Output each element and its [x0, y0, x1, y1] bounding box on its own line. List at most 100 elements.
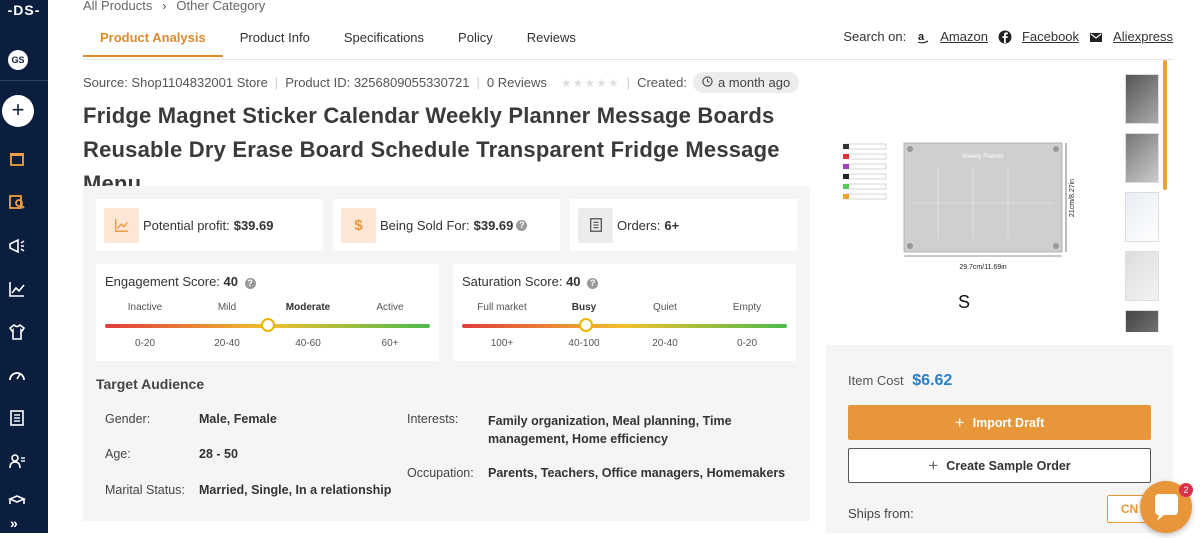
analysis-panel: Potential profit: $39.69 $ Being Sold Fo… — [83, 186, 810, 521]
help-icon[interactable]: ? — [244, 278, 256, 289]
gender-value: Male, Female — [199, 412, 277, 426]
item-cost-label: Item Cost — [848, 373, 904, 388]
add-button[interactable]: + — [2, 95, 34, 127]
breadcrumb-other-category[interactable]: Other Category — [176, 0, 265, 13]
orders-card: Orders: 6+ — [570, 199, 797, 251]
product-main-image[interactable]: Weekly Planner 29.7cm/11.69in 21cm/8.27i… — [838, 138, 1090, 318]
receipt-icon — [578, 207, 613, 243]
width-dimension-label: 29.7cm/11.69in — [959, 264, 1006, 271]
box-icon[interactable] — [8, 494, 26, 504]
interests-value: Family organization, Meal planning, Time… — [488, 414, 732, 446]
document-icon[interactable] — [8, 409, 26, 427]
chevron-right-icon: › — [162, 0, 167, 13]
created-value: a month ago — [717, 75, 791, 90]
import-draft-label: Import Draft — [972, 415, 1045, 430]
help-icon[interactable]: ? — [516, 219, 528, 231]
range-label: 20-40 — [214, 338, 240, 349]
thumbnail-image[interactable] — [1125, 74, 1159, 124]
occupation-label: Occupation: — [407, 466, 474, 480]
marital-status-value: Married, Single, In a relationship — [199, 483, 392, 497]
clock-icon — [702, 75, 713, 90]
gender-label: Gender: — [105, 412, 151, 426]
created-label: Created: — [637, 75, 687, 90]
thumbnail-image[interactable] — [1125, 310, 1159, 332]
range-label: 100+ — [490, 338, 514, 349]
level-label: Mild — [217, 302, 237, 313]
created-badge: a month ago — [692, 72, 800, 93]
shirt-icon[interactable] — [8, 323, 26, 341]
help-icon[interactable]: ? — [587, 278, 599, 289]
tabs-divider — [83, 59, 1173, 60]
thumbnail-image[interactable] — [1125, 192, 1159, 242]
create-sample-order-label: Create Sample Order — [946, 458, 1071, 473]
thumbnail-image[interactable] — [1125, 133, 1159, 183]
engagement-heading: Engagement Score: 40 ? — [105, 274, 256, 289]
item-cost-value: $6.62 — [912, 372, 953, 389]
meta-divider: | — [626, 75, 631, 90]
trend-chart-icon — [104, 207, 139, 243]
profit-value: $39.69 — [233, 217, 274, 233]
ships-from-label: Ships from: — [848, 506, 914, 521]
chart-icon[interactable] — [8, 280, 26, 298]
saturation-gradient-bar — [462, 324, 787, 328]
marital-status-label: Marital Status: — [105, 483, 185, 497]
search-on-label: Search on: — [843, 29, 907, 44]
saturation-heading: Saturation Score: 40 ? — [462, 274, 599, 289]
search-on-bar: Search on: a Amazon Facebook Aliexpress — [843, 29, 1173, 44]
level-label: Active — [376, 302, 404, 313]
markers-image — [843, 143, 887, 200]
sidebar-divider — [0, 80, 48, 81]
level-label: Empty — [732, 302, 762, 313]
purchase-panel: Item Cost $6.62 + Import Draft + Create … — [826, 345, 1173, 533]
tab-product-info[interactable]: Product Info — [223, 28, 327, 57]
facebook-icon — [998, 30, 1012, 44]
engagement-value: 40 — [223, 274, 238, 289]
import-draft-button[interactable]: + Import Draft — [848, 405, 1151, 440]
user-card-icon[interactable] — [8, 452, 26, 470]
plus-icon: + — [954, 412, 965, 432]
occupation-value: Parents, Teachers, Office managers, Home… — [488, 466, 786, 480]
range-label: 60+ — [381, 338, 399, 349]
tab-product-analysis[interactable]: Product Analysis — [83, 28, 223, 57]
product-meta: Source: Shop1104832001 Store | Product I… — [83, 72, 800, 93]
range-label: 20-40 — [652, 338, 678, 349]
facebook-link[interactable]: Facebook — [1022, 29, 1079, 44]
amazon-link[interactable]: Amazon — [940, 29, 988, 44]
source-store: Source: Shop1104832001 Store — [83, 75, 268, 90]
create-sample-order-button[interactable]: + Create Sample Order — [848, 448, 1151, 483]
amazon-icon: a — [916, 30, 930, 44]
sold-label: Being Sold For: — [380, 217, 470, 233]
tab-policy[interactable]: Policy — [441, 28, 510, 57]
expand-sidebar-button[interactable]: » — [10, 515, 18, 531]
notification-badge: 2 — [1179, 483, 1193, 497]
avatar[interactable]: GS — [8, 50, 28, 70]
range-label: 0-20 — [134, 338, 156, 349]
board-title: Weekly Planner — [962, 154, 1004, 160]
saturation-value: 40 — [566, 274, 581, 289]
tab-specifications[interactable]: Specifications — [327, 28, 441, 57]
engagement-indicator — [260, 318, 275, 332]
megaphone-icon[interactable] — [8, 237, 26, 255]
mail-icon — [1089, 30, 1103, 44]
size-label: S — [958, 292, 970, 312]
speedometer-icon[interactable] — [8, 366, 26, 384]
level-label: Inactive — [127, 302, 163, 313]
store-icon[interactable] — [8, 150, 26, 168]
orders-label: Orders: — [617, 217, 661, 233]
thumbnail-image[interactable] — [1125, 251, 1159, 301]
level-label: Quiet — [653, 302, 677, 313]
product-id: Product ID: 3256809055330721 — [285, 75, 470, 90]
saturation-score-card: Saturation Score: 40 ? Full market Busy … — [453, 264, 796, 361]
age-label: Age: — [105, 447, 131, 461]
engagement-label: Engagement Score: — [105, 274, 220, 289]
aliexpress-link[interactable]: Aliexpress — [1113, 29, 1173, 44]
saturation-label: Saturation Score: — [462, 274, 563, 289]
thumbnail-scrollbar[interactable] — [1163, 60, 1167, 190]
breadcrumb-all-products[interactable]: All Products — [83, 0, 152, 13]
range-label: 0-20 — [736, 338, 758, 349]
item-cost: Item Cost $6.62 — [848, 372, 952, 390]
tab-reviews[interactable]: Reviews — [510, 28, 593, 57]
app-logo[interactable]: -DS- — [0, 2, 48, 18]
product-search-icon[interactable] — [8, 193, 26, 211]
potential-profit-card: Potential profit: $39.69 — [96, 199, 323, 251]
